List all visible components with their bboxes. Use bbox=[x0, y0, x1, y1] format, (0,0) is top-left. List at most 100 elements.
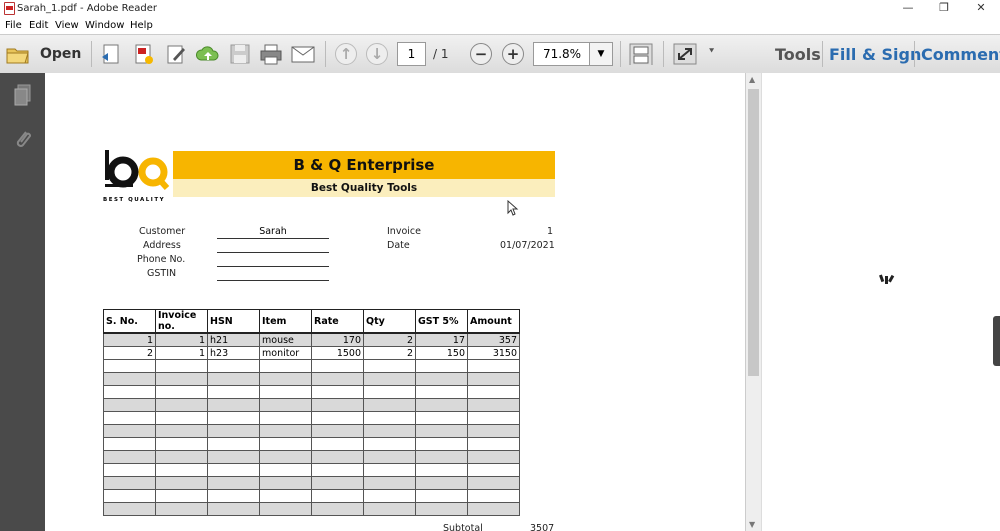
menu-view[interactable]: View bbox=[55, 20, 79, 31]
column-header: Rate bbox=[311, 309, 364, 334]
table-cell bbox=[311, 476, 364, 490]
open-label[interactable]: Open bbox=[40, 46, 81, 62]
table-cell bbox=[311, 385, 364, 399]
vertical-scrollbar[interactable]: ▲ ▼ bbox=[745, 73, 762, 531]
table-cell: 2 bbox=[103, 346, 156, 360]
zoom-in-button[interactable]: + bbox=[502, 43, 524, 65]
table-cell bbox=[467, 398, 520, 412]
menu-help[interactable]: Help bbox=[130, 20, 153, 31]
table-row bbox=[103, 385, 520, 399]
table-cell bbox=[155, 476, 208, 490]
table-cell bbox=[259, 437, 312, 451]
gstin-field[interactable] bbox=[217, 268, 329, 281]
menu-edit[interactable]: Edit bbox=[29, 20, 48, 31]
save-icon[interactable] bbox=[229, 43, 251, 65]
table-cell bbox=[363, 463, 416, 477]
tools-pane-button[interactable]: Tools bbox=[775, 45, 821, 64]
scroll-down-icon[interactable]: ▼ bbox=[749, 520, 755, 529]
table-cell bbox=[311, 372, 364, 386]
table-row bbox=[103, 398, 520, 412]
phone-field[interactable] bbox=[217, 254, 329, 267]
email-icon[interactable] bbox=[290, 43, 316, 65]
table-cell bbox=[207, 411, 260, 425]
page-thumbnails-icon[interactable] bbox=[12, 83, 34, 107]
open-button[interactable] bbox=[5, 43, 31, 65]
menu-bar: File Edit View Window Help bbox=[0, 17, 1000, 34]
table-cell bbox=[207, 489, 260, 503]
table-cell bbox=[207, 450, 260, 464]
table-cell bbox=[155, 411, 208, 425]
zoom-dropdown-button[interactable]: ▼ bbox=[589, 42, 613, 66]
print-icon[interactable] bbox=[259, 43, 283, 65]
table-cell bbox=[207, 476, 260, 490]
customer-field[interactable]: Sarah bbox=[217, 226, 329, 239]
document-viewport[interactable]: BEST QUALITY B & Q Enterprise Best Quali… bbox=[45, 73, 745, 531]
menu-window[interactable]: Window bbox=[85, 20, 124, 31]
table-cell bbox=[103, 463, 156, 477]
table-cell: h21 bbox=[207, 332, 260, 347]
navigation-panel bbox=[0, 73, 45, 531]
folder-icon bbox=[6, 48, 29, 64]
table-row: 2 1 h23 monitor 1500 2 150 3150 bbox=[103, 346, 520, 360]
table-cell bbox=[415, 372, 468, 386]
table-row bbox=[103, 411, 520, 425]
table-cell bbox=[415, 385, 468, 399]
table-cell bbox=[155, 424, 208, 438]
create-pdf-icon[interactable] bbox=[100, 43, 124, 65]
table-cell bbox=[415, 502, 468, 516]
close-button[interactable]: ✕ bbox=[966, 1, 996, 14]
page-display-icon[interactable] bbox=[628, 43, 654, 65]
pane-collapse-handle[interactable] bbox=[993, 316, 1000, 366]
table-cell bbox=[259, 424, 312, 438]
table-cell: 1500 bbox=[311, 346, 364, 360]
scrollbar-thumb[interactable] bbox=[748, 89, 759, 376]
customer-label: Customer bbox=[139, 226, 186, 237]
table-cell bbox=[207, 372, 260, 386]
table-cell bbox=[155, 437, 208, 451]
column-header: GST 5% bbox=[415, 309, 468, 334]
attachments-icon[interactable] bbox=[12, 128, 34, 152]
address-field[interactable] bbox=[217, 240, 329, 253]
restore-button[interactable]: ❐ bbox=[929, 1, 959, 14]
table-cell bbox=[103, 450, 156, 464]
next-page-button[interactable]: ↓ bbox=[366, 43, 388, 65]
zoom-level-input[interactable]: 71.8% bbox=[533, 42, 591, 66]
table-cell bbox=[467, 359, 520, 373]
page-total: / 1 bbox=[433, 47, 449, 61]
table-cell bbox=[155, 463, 208, 477]
mouse-cursor-icon bbox=[507, 200, 519, 216]
cloud-upload-icon[interactable] bbox=[195, 43, 221, 65]
arrow-up-icon: ↑ bbox=[339, 45, 353, 63]
table-cell bbox=[467, 450, 520, 464]
table-cell bbox=[363, 411, 416, 425]
table-cell bbox=[207, 437, 260, 451]
table-cell bbox=[259, 450, 312, 464]
toolbar-overflow-icon[interactable]: ⯆ bbox=[708, 47, 715, 57]
zoom-out-button[interactable]: − bbox=[470, 43, 492, 65]
minus-icon: − bbox=[474, 45, 488, 63]
table-cell bbox=[207, 502, 260, 516]
table-cell: monitor bbox=[259, 346, 312, 360]
table-row: 1 1 h21 mouse 170 2 17 357 bbox=[103, 332, 520, 347]
table-cell bbox=[259, 411, 312, 425]
menu-file[interactable]: File bbox=[5, 20, 22, 31]
table-cell: 170 bbox=[311, 332, 364, 347]
scroll-up-icon[interactable]: ▲ bbox=[749, 75, 755, 84]
previous-page-button[interactable]: ↑ bbox=[335, 43, 357, 65]
fill-sign-pane-button[interactable]: Fill & Sign bbox=[829, 45, 921, 64]
column-header: Invoice no. bbox=[155, 309, 208, 334]
full-screen-icon[interactable] bbox=[673, 43, 697, 65]
comment-pane-button[interactable]: Comment bbox=[921, 45, 1000, 64]
minimize-button[interactable]: — bbox=[893, 1, 923, 14]
phone-label: Phone No. bbox=[137, 254, 186, 265]
edit-pdf-icon[interactable] bbox=[165, 43, 189, 65]
table-cell bbox=[415, 398, 468, 412]
column-header: S. No. bbox=[103, 309, 156, 334]
export-pdf-icon[interactable] bbox=[132, 43, 156, 65]
column-header: Item bbox=[259, 309, 312, 334]
gstin-label: GSTIN bbox=[147, 268, 177, 279]
table-row bbox=[103, 437, 520, 451]
page-number-input[interactable]: 1 bbox=[397, 42, 426, 66]
table-cell: mouse bbox=[259, 332, 312, 347]
loading-spinner-icon bbox=[879, 274, 895, 284]
